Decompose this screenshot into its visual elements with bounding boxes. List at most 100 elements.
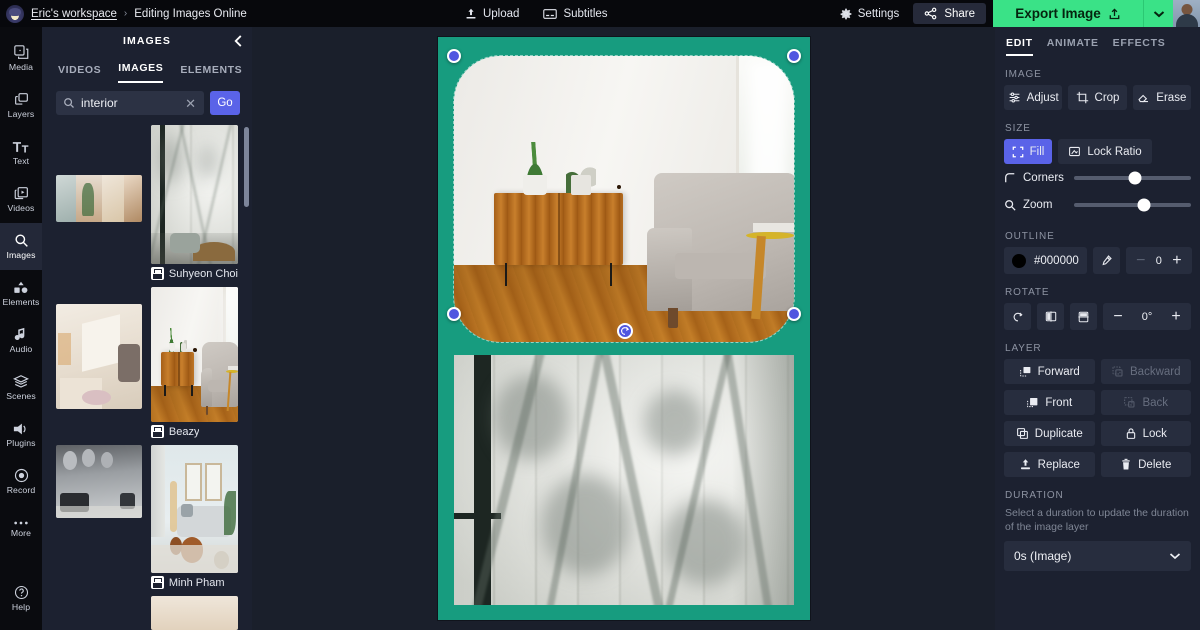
outline-color-field[interactable]: #000000 [1004,247,1087,274]
share-button[interactable]: Share [913,3,986,24]
export-image-button[interactable]: Export Image [993,0,1143,27]
corners-slider-knob[interactable] [1128,171,1142,184]
erase-button[interactable]: Erase [1132,85,1191,110]
rail-item-more[interactable]: More [0,505,42,552]
back-button[interactable]: Back [1100,390,1191,415]
rail-item-scenes[interactable]: Scenes [0,364,42,411]
crop-button[interactable]: Crop [1068,85,1127,110]
rail-item-record[interactable]: Record [0,458,42,505]
corners-slider-row: Corners [1004,164,1191,191]
outline-width-stepper[interactable]: − 0 + [1125,247,1192,274]
tab-edit[interactable]: EDIT [1006,37,1033,56]
resize-handle-bottom-right[interactable] [786,307,801,321]
resize-handle-bottom-left[interactable] [446,307,461,321]
rail-item-elements[interactable]: Elements [0,270,42,317]
forward-icon [1019,365,1032,378]
rail-item-audio[interactable]: Audio [0,317,42,364]
tab-elements[interactable]: ELEMENTS [180,64,242,83]
result-thumbnail[interactable] [150,596,238,630]
panel-scrollbar[interactable] [244,127,249,207]
rotate-handle[interactable] [616,323,633,339]
rail-label: Record [6,485,36,496]
result-credit[interactable]: Minh Pham [150,573,238,596]
outline-increase-button[interactable]: + [1162,247,1192,274]
wall-shadow-image-layer[interactable] [453,355,794,605]
search-value: interior [81,96,118,110]
rail-item-help[interactable]: Help [0,575,42,622]
living-room-image-layer[interactable] [453,56,794,342]
erase-icon [1137,91,1150,104]
unsplash-icon [150,267,164,280]
settings-button[interactable]: Settings [826,8,914,20]
result-thumbnail[interactable] [56,445,142,518]
lock-button[interactable]: Lock [1100,421,1191,446]
tab-images[interactable]: IMAGES [118,62,164,83]
export-group: Export Image [993,0,1173,27]
zoom-slider[interactable] [1074,198,1191,211]
outline-decrease-button[interactable]: − [1126,247,1156,274]
rail-item-layers[interactable]: Layers [0,82,42,129]
rotation-increase-button[interactable]: + [1161,303,1191,330]
close-icon[interactable]: ✕ [185,97,197,110]
lock-ratio-button[interactable]: Lock Ratio [1058,139,1152,164]
subtitles-button[interactable]: Subtitles [543,8,608,20]
artboard[interactable] [437,37,810,620]
corners-slider[interactable] [1074,171,1191,184]
tab-animate[interactable]: ANIMATE [1047,37,1099,56]
rotation-stepper[interactable]: − 0° + [1103,303,1191,330]
document-title[interactable]: Editing Images Online [134,8,247,20]
fill-button[interactable]: Fill [1004,139,1052,164]
rotation-decrease-button[interactable]: − [1103,303,1133,330]
duration-value: 0s (Image) [1014,549,1072,564]
result-credit[interactable]: Suhyeon Choi [150,264,238,287]
zoom-slider-knob[interactable] [1137,198,1151,211]
result-thumbnail[interactable] [56,304,142,409]
replace-button[interactable]: Replace [1004,452,1095,477]
workspace-link[interactable]: Eric's workspace [31,8,117,20]
result-thumbnail[interactable] [150,445,238,573]
rail-item-media[interactable]: Media [0,35,42,82]
flip-horizontal-button[interactable] [1037,303,1064,330]
flip-vertical-button[interactable] [1070,303,1097,330]
credit-name: Suhyeon Choi [168,267,238,280]
search-go-button[interactable]: Go [210,91,240,115]
rail-item-plugins[interactable]: Plugins [0,411,42,458]
resize-handle-top-left[interactable] [446,49,461,63]
upload-button[interactable]: Upload [465,8,519,20]
rail-item-text[interactable]: Text [0,129,42,176]
reset-rotation-button[interactable] [1004,303,1031,330]
result-thumbnail[interactable] [56,175,142,222]
tab-effects[interactable]: EFFECTS [1113,37,1166,56]
layer-actions: Forward Backward Front Back Duplicate Lo… [1004,359,1191,477]
eyedropper-button[interactable] [1092,247,1120,274]
canvas-stage[interactable] [252,27,995,630]
help-icon [14,585,29,600]
resize-handle-top-right[interactable] [786,49,801,63]
front-button[interactable]: Front [1004,390,1095,415]
zoom-icon [1004,199,1016,211]
rail-item-images[interactable]: Images [0,223,42,270]
export-options-caret[interactable] [1143,0,1173,27]
collapse-panel-button[interactable] [233,34,244,47]
user-avatar[interactable] [1173,0,1200,27]
tab-videos[interactable]: VIDEOS [58,64,101,83]
forward-button[interactable]: Forward [1004,359,1095,384]
search-input[interactable]: interior ✕ [56,91,204,115]
chevron-right-icon: › [123,8,128,19]
tool-rail: Media Layers Text Videos Images Elements… [0,27,42,630]
credit-name: Beazy [168,425,200,438]
backward-button[interactable]: Backward [1100,359,1191,384]
delete-button[interactable]: Delete [1100,452,1191,477]
results-masonry: Suhyeon Choi Beazy Minh Pham [56,125,238,630]
layers-icon [14,92,29,107]
color-swatch [1012,253,1026,268]
workspace-avatar[interactable] [6,4,24,23]
result-thumbnail[interactable] [150,287,238,422]
rail-item-videos[interactable]: Videos [0,176,42,223]
result-thumbnail[interactable] [150,125,238,264]
adjust-button[interactable]: Adjust [1004,85,1063,110]
flip-vertical-icon [1077,311,1090,323]
result-credit[interactable]: Beazy [150,422,238,445]
duplicate-button[interactable]: Duplicate [1004,421,1095,446]
duration-select[interactable]: 0s (Image) [1004,541,1191,572]
